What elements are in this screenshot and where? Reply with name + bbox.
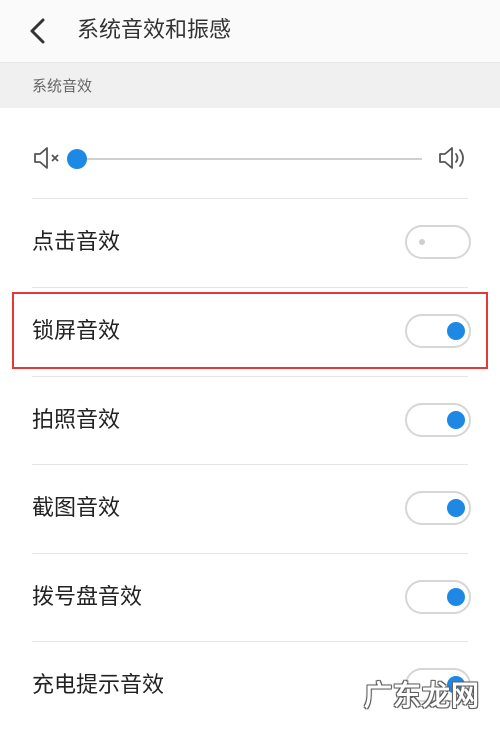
section-header-label: 系统音效: [32, 77, 93, 95]
row-label: 充电提示音效: [32, 673, 165, 698]
row-label: 拍照音效: [32, 408, 121, 433]
toggle-knob: [447, 588, 465, 606]
row-label: 拨号盘音效: [32, 585, 143, 610]
highlight-box: [12, 292, 488, 369]
row-label: 点击音效: [32, 230, 121, 255]
back-button[interactable]: [26, 16, 50, 46]
volume-mute-icon: [34, 147, 59, 169]
camera-sound-toggle[interactable]: [405, 403, 471, 437]
row-click-sound: 点击音效: [0, 199, 500, 287]
screenshot-sound-toggle[interactable]: [405, 491, 471, 525]
click-sound-toggle[interactable]: [405, 225, 471, 259]
watermark-text: 广东龙网: [364, 679, 481, 712]
volume-slider-track: [70, 158, 422, 160]
toggle-knob: [447, 411, 465, 429]
chevron-left-icon: [30, 18, 45, 44]
volume-slider-thumb[interactable]: [67, 149, 88, 169]
title-bar: 系统音效和振感: [0, 0, 500, 62]
volume-slider[interactable]: [67, 148, 422, 170]
volume-row: [0, 108, 500, 198]
watermark: 广东龙网: [356, 668, 496, 714]
volume-up-icon: [439, 147, 464, 169]
toggle-knob: [419, 239, 425, 245]
row-dialpad-sound: 拨号盘音效: [0, 554, 500, 642]
section-header: 系统音效: [0, 62, 500, 108]
dialpad-sound-toggle[interactable]: [405, 580, 471, 614]
page-title: 系统音效和振感: [77, 18, 232, 43]
row-label: 截图音效: [32, 496, 121, 521]
row-screenshot-sound: 截图音效: [0, 465, 500, 553]
toggle-knob: [447, 499, 465, 517]
row-camera-sound: 拍照音效: [0, 377, 500, 465]
